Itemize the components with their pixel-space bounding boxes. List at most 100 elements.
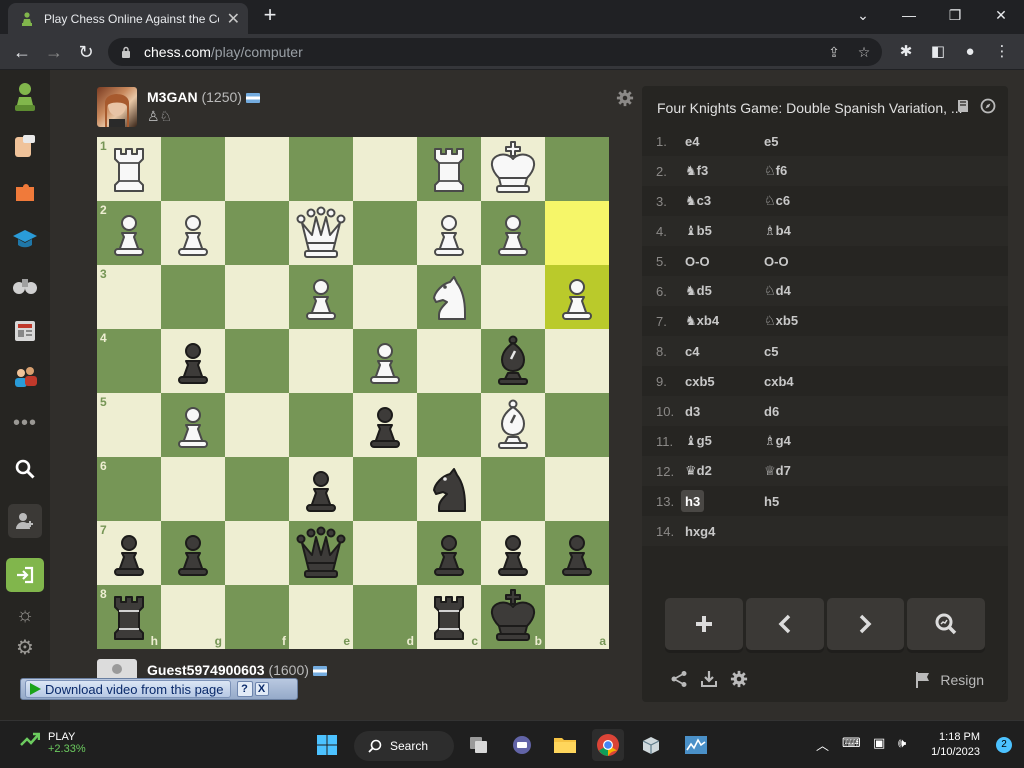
black-rook-icon[interactable] xyxy=(97,585,161,649)
square-f3[interactable] xyxy=(225,265,289,329)
white-rook-icon[interactable] xyxy=(97,137,161,201)
square-e1[interactable] xyxy=(289,137,353,201)
play-hand-icon[interactable] xyxy=(8,130,42,164)
close-window-icon[interactable]: ✕ xyxy=(978,0,1024,30)
square-f6[interactable] xyxy=(225,457,289,521)
square-a2[interactable] xyxy=(545,201,609,265)
white-move[interactable]: d3 xyxy=(681,400,704,422)
white-move[interactable]: c4 xyxy=(681,340,703,362)
bookmark-star-icon[interactable]: ☆ xyxy=(856,44,872,60)
square-f2[interactable] xyxy=(225,201,289,265)
white-move[interactable]: ♞f3 xyxy=(681,160,712,182)
square-d3[interactable] xyxy=(353,265,417,329)
square-c2[interactable] xyxy=(417,201,481,265)
square-e6[interactable] xyxy=(289,457,353,521)
square-h2[interactable]: 2 xyxy=(97,201,161,265)
black-move[interactable]: ♘f6 xyxy=(760,160,791,182)
square-g1[interactable] xyxy=(161,137,225,201)
volume-icon[interactable]: 🕪 xyxy=(898,735,906,751)
white-pawn-icon[interactable] xyxy=(161,201,225,265)
black-pawn-icon[interactable] xyxy=(289,457,353,521)
square-h5[interactable]: 5 xyxy=(97,393,161,457)
black-pawn-icon[interactable] xyxy=(353,393,417,457)
tab-search-icon[interactable]: ⌄ xyxy=(840,0,886,30)
white-rook-icon[interactable] xyxy=(417,137,481,201)
black-bishop-icon[interactable] xyxy=(481,329,545,393)
file-explorer-icon[interactable] xyxy=(549,729,581,761)
white-move[interactable]: e4 xyxy=(681,130,703,152)
square-f1[interactable] xyxy=(225,137,289,201)
square-a7[interactable] xyxy=(545,521,609,585)
next-move-button[interactable] xyxy=(826,598,905,650)
new-game-plus-button[interactable] xyxy=(665,598,743,650)
black-move[interactable]: e5 xyxy=(760,130,782,152)
white-move[interactable]: ♞xb4 xyxy=(681,310,723,332)
square-d1[interactable] xyxy=(353,137,417,201)
black-rook-icon[interactable] xyxy=(417,585,481,649)
black-move[interactable]: d6 xyxy=(760,400,783,422)
square-g3[interactable] xyxy=(161,265,225,329)
square-b4[interactable] xyxy=(481,329,545,393)
square-b1[interactable] xyxy=(481,137,545,201)
black-move[interactable]: c5 xyxy=(760,340,782,362)
square-b8[interactable]: b xyxy=(481,585,545,649)
square-g2[interactable] xyxy=(161,201,225,265)
puzzles-icon[interactable] xyxy=(8,176,42,210)
square-c6[interactable] xyxy=(417,457,481,521)
browser-tab[interactable]: Play Chess Online Against the Co ✕ xyxy=(8,3,248,34)
white-move[interactable]: ♞c3 xyxy=(681,190,715,212)
network-icon[interactable]: ▣ xyxy=(873,735,885,751)
keyboard-icon[interactable]: ⌨ xyxy=(842,735,861,751)
square-g5[interactable] xyxy=(161,393,225,457)
resource-monitor-icon[interactable] xyxy=(680,729,712,761)
back-arrow-icon[interactable]: ← xyxy=(10,40,34,64)
white-knight-icon[interactable] xyxy=(417,265,481,329)
white-bishop-icon[interactable] xyxy=(481,393,545,457)
white-move[interactable]: ♞d5 xyxy=(681,280,716,302)
show-hidden-icons-icon[interactable]: ︿ xyxy=(816,735,829,754)
address-bar[interactable]: chess.com/play/computer ⇪ ☆ xyxy=(108,38,882,66)
resign-button[interactable]: Resign xyxy=(914,671,984,689)
square-d2[interactable] xyxy=(353,201,417,265)
black-move[interactable]: ♗g4 xyxy=(760,430,795,452)
browser-menu-icon[interactable]: ⋮ xyxy=(990,40,1014,64)
windows-start-icon[interactable] xyxy=(311,729,343,761)
teams-chat-icon[interactable] xyxy=(506,729,538,761)
square-g6[interactable] xyxy=(161,457,225,521)
help-button[interactable]: ? xyxy=(236,681,253,697)
square-g8[interactable]: g xyxy=(161,585,225,649)
black-pawn-icon[interactable] xyxy=(97,521,161,585)
square-h6[interactable]: 6 xyxy=(97,457,161,521)
log-in-icon[interactable] xyxy=(6,558,44,592)
black-move[interactable]: ♘xb5 xyxy=(760,310,802,332)
sign-up-icon[interactable] xyxy=(8,504,42,538)
more-dots-icon[interactable]: ••• xyxy=(8,406,42,440)
square-d6[interactable] xyxy=(353,457,417,521)
black-move[interactable]: ♗b4 xyxy=(760,220,795,242)
square-d5[interactable] xyxy=(353,393,417,457)
white-king-icon[interactable] xyxy=(481,137,545,201)
square-g7[interactable] xyxy=(161,521,225,585)
square-e4[interactable] xyxy=(289,329,353,393)
share-icon[interactable] xyxy=(670,670,688,688)
black-pawn-icon[interactable] xyxy=(161,521,225,585)
white-pawn-icon[interactable] xyxy=(481,201,545,265)
white-move[interactable]: O-O xyxy=(681,250,714,272)
square-b5[interactable] xyxy=(481,393,545,457)
stock-widget[interactable]: PLAY +2.33% xyxy=(20,731,86,755)
black-move[interactable]: ♘c6 xyxy=(760,190,794,212)
white-move[interactable]: ♝g5 xyxy=(681,430,716,452)
system-clock[interactable]: 1:18 PM 1/10/2023 xyxy=(931,730,980,760)
square-h7[interactable]: 7 xyxy=(97,521,161,585)
white-move[interactable]: cxb5 xyxy=(681,370,719,392)
side-panel-icon[interactable]: ◧ xyxy=(926,40,950,64)
previous-move-button[interactable] xyxy=(745,598,824,650)
square-h8[interactable]: 8h xyxy=(97,585,161,649)
square-a3[interactable] xyxy=(545,265,609,329)
white-move[interactable]: h3 xyxy=(681,490,705,512)
new-tab-icon[interactable]: + xyxy=(258,4,282,28)
notification-badge[interactable]: 2 xyxy=(996,737,1012,753)
black-move[interactable]: ♘d4 xyxy=(760,280,795,302)
profile-icon[interactable]: ● xyxy=(958,40,982,64)
chrome-icon[interactable] xyxy=(592,729,624,761)
